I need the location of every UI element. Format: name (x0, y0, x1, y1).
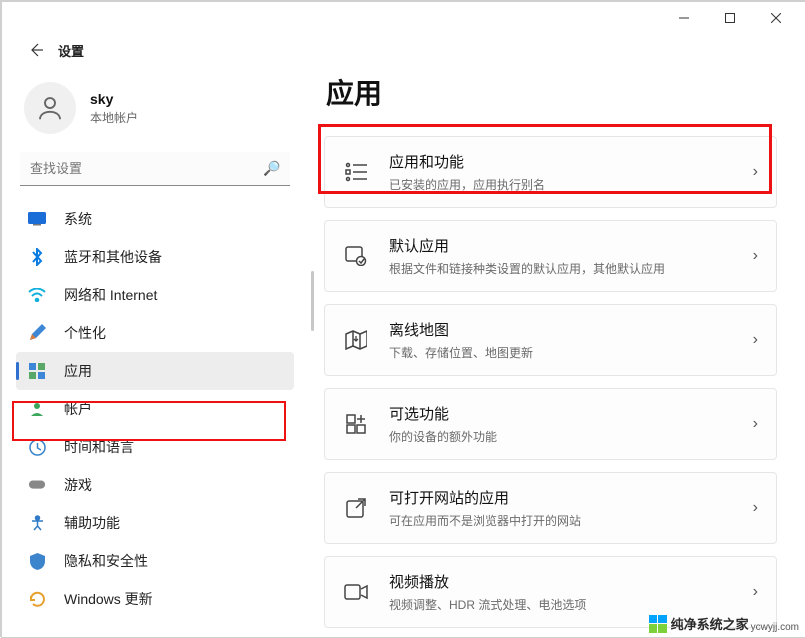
clock-globe-icon (28, 438, 46, 456)
nav-label: 辅助功能 (64, 513, 120, 533)
account-subtitle: 本地帐户 (90, 109, 138, 126)
nav-item-update[interactable]: Windows 更新 (16, 580, 294, 618)
card-offline-maps[interactable]: 离线地图 下载、存储位置、地图更新 › (324, 304, 777, 376)
nav-label: 系统 (64, 209, 92, 229)
search-icon: 🔍 (263, 160, 280, 177)
brush-icon (28, 324, 46, 342)
add-feature-icon (343, 411, 369, 437)
nav-item-personalize[interactable]: 个性化 (16, 314, 294, 352)
titlebar (2, 2, 805, 34)
nav-label: 网络和 Internet (64, 285, 157, 305)
list-icon (343, 159, 369, 185)
nav-item-privacy[interactable]: 隐私和安全性 (16, 542, 294, 580)
nav-label: 蓝牙和其他设备 (64, 247, 162, 267)
nav-list: 系统 蓝牙和其他设备 网络和 Internet 个性化 应用 帐户 (16, 200, 294, 618)
accessibility-icon (28, 514, 46, 532)
nav-item-system[interactable]: 系统 (16, 200, 294, 238)
card-title: 默认应用 (389, 235, 753, 256)
chevron-right-icon: › (753, 331, 758, 349)
nav-label: Windows 更新 (64, 589, 153, 609)
chevron-right-icon: › (753, 499, 758, 517)
card-subtitle: 视频调整、HDR 流式处理、电池选项 (389, 596, 753, 613)
back-button[interactable] (22, 36, 50, 64)
chevron-right-icon: › (753, 163, 758, 181)
card-apps-features[interactable]: 应用和功能 已安装的应用，应用执行别名 › (324, 136, 777, 208)
card-title: 视频播放 (389, 571, 753, 592)
nav-item-apps[interactable]: 应用 (16, 352, 294, 390)
system-icon (28, 210, 46, 228)
nav-item-time[interactable]: 时间和语言 (16, 428, 294, 466)
nav-item-bluetooth[interactable]: 蓝牙和其他设备 (16, 238, 294, 276)
nav-item-accessibility[interactable]: 辅助功能 (16, 504, 294, 542)
window-title: 设置 (58, 41, 84, 60)
account-row[interactable]: sky 本地帐户 (16, 66, 314, 152)
nav-item-accounts[interactable]: 帐户 (16, 390, 294, 428)
chevron-right-icon: › (753, 415, 758, 433)
nav-label: 个性化 (64, 323, 106, 343)
map-icon (343, 327, 369, 353)
card-subtitle: 可在应用而不是浏览器中打开的网站 (389, 512, 753, 529)
card-optional-features[interactable]: 可选功能 你的设备的额外功能 › (324, 388, 777, 460)
apps-icon (28, 362, 46, 380)
card-web-apps[interactable]: 可打开网站的应用 可在应用而不是浏览器中打开的网站 › (324, 472, 777, 544)
bluetooth-icon (28, 248, 46, 266)
card-subtitle: 下载、存储位置、地图更新 (389, 344, 753, 361)
card-subtitle: 根据文件和链接种类设置的默认应用，其他默认应用 (389, 260, 753, 277)
wifi-icon (28, 286, 46, 304)
search-input[interactable] (20, 152, 290, 186)
page-title: 应用 (326, 72, 777, 112)
default-apps-icon (343, 243, 369, 269)
card-video-playback[interactable]: 视频播放 视频调整、HDR 流式处理、电池选项 › (324, 556, 777, 628)
card-subtitle: 你的设备的额外功能 (389, 428, 753, 445)
nav-label: 时间和语言 (64, 437, 134, 457)
search-box: 🔍 (20, 152, 290, 186)
nav-item-network[interactable]: 网络和 Internet (16, 276, 294, 314)
person-icon (28, 400, 46, 418)
shield-icon (28, 552, 46, 570)
sidebar: sky 本地帐户 🔍 系统 蓝牙和其他设备 网络和 Internet (2, 66, 314, 637)
account-name: sky (90, 91, 138, 107)
nav-item-gaming[interactable]: 游戏 (16, 466, 294, 504)
card-subtitle: 已安装的应用，应用执行别名 (389, 176, 753, 193)
card-title: 可选功能 (389, 403, 753, 424)
nav-label: 应用 (64, 361, 92, 381)
card-title: 离线地图 (389, 319, 753, 340)
card-title: 应用和功能 (389, 151, 753, 172)
maximize-button[interactable] (707, 2, 753, 34)
header-row: 设置 (2, 34, 805, 66)
nav-label: 帐户 (64, 399, 92, 419)
nav-label: 隐私和安全性 (64, 551, 148, 571)
card-title: 可打开网站的应用 (389, 487, 753, 508)
card-default-apps[interactable]: 默认应用 根据文件和链接种类设置的默认应用，其他默认应用 › (324, 220, 777, 292)
chevron-right-icon: › (753, 247, 758, 265)
gamepad-icon (28, 476, 46, 494)
close-button[interactable] (753, 2, 799, 34)
video-icon (343, 579, 369, 605)
open-external-icon (343, 495, 369, 521)
avatar (24, 82, 76, 134)
nav-label: 游戏 (64, 475, 92, 495)
update-icon (28, 590, 46, 608)
chevron-right-icon: › (753, 583, 758, 601)
minimize-button[interactable] (661, 2, 707, 34)
content-area: 应用 应用和功能 已安装的应用，应用执行别名 › 默认应用 根据文件和链接种类设… (314, 66, 805, 637)
